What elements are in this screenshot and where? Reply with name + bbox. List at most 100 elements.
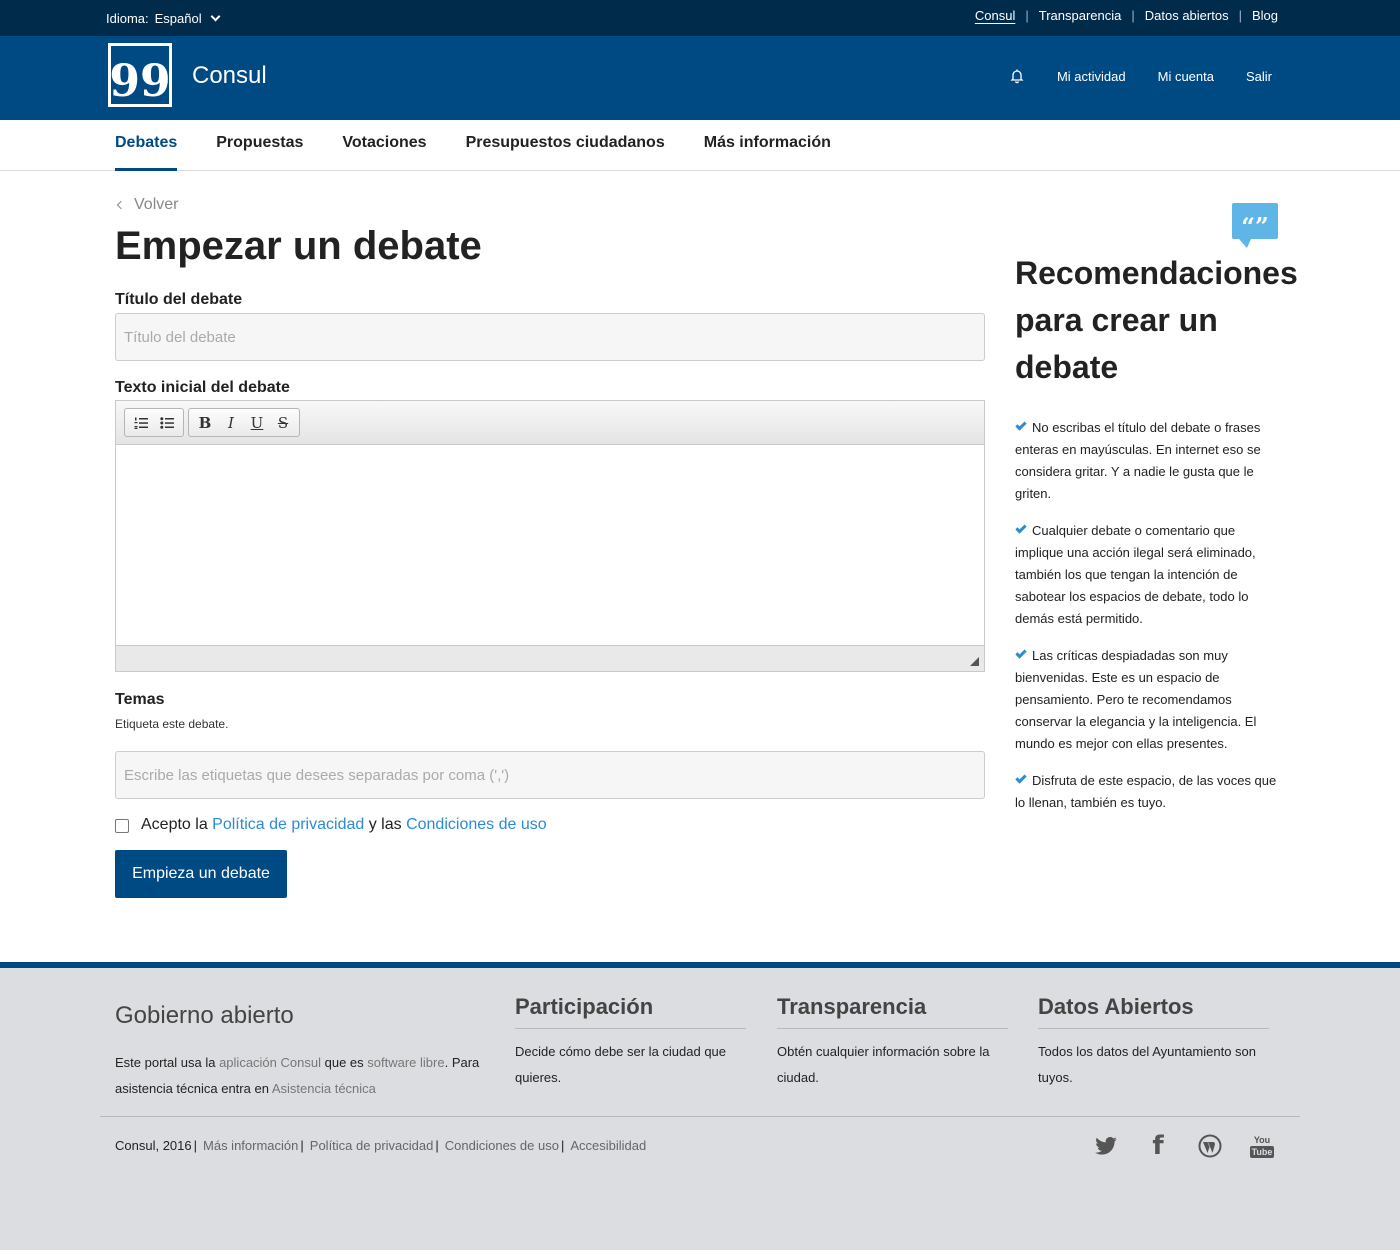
top-link-blog[interactable]: Blog	[1242, 8, 1288, 23]
footer-link-privacidad[interactable]: Política de privacidad	[310, 1138, 434, 1153]
format-button-group: B I U S	[188, 408, 300, 437]
list-button-group	[124, 408, 184, 437]
separator: |	[560, 1138, 565, 1153]
terms-row: Acepto la Política de privacidad y las C…	[115, 816, 547, 834]
footer-column-datos-abiertos: Datos Abiertos Todos los datos del Ayunt…	[1038, 994, 1269, 1091]
footer-link-mas-informacion[interactable]: Más información	[203, 1138, 298, 1153]
separator: |	[300, 1138, 304, 1153]
top-link-consul[interactable]: Consul	[965, 8, 1025, 23]
back-link[interactable]: Volver	[116, 196, 179, 214]
logout-link[interactable]: Salir	[1246, 69, 1272, 84]
top-links: Consul | Transparencia | Datos abiertos …	[965, 8, 1288, 23]
recommendation-text: No escribas el título del debate o frase…	[1015, 420, 1261, 501]
youtube-icon[interactable]: You Tube	[1250, 1134, 1274, 1158]
resize-handle-icon[interactable]	[970, 657, 979, 666]
bullet-list-icon[interactable]	[154, 412, 180, 434]
site-name[interactable]: Consul	[192, 62, 267, 90]
footer-column-title[interactable]: Transparencia	[777, 994, 1008, 1029]
footer-brand: Gobierno abierto	[115, 1002, 294, 1029]
chevron-down-icon[interactable]	[210, 11, 221, 22]
language-selector[interactable]: Idioma: Español	[106, 11, 221, 26]
site-footer: Gobierno abierto Este portal usa la apli…	[0, 962, 1400, 1250]
recommendation-text: Disfruta de este espacio, de las voces q…	[1015, 773, 1277, 810]
separator: |	[435, 1138, 439, 1153]
terms-prefix: Acepto la	[141, 816, 208, 833]
strikethrough-icon[interactable]: S	[270, 412, 296, 434]
top-bar: Idioma: Español Consul | Transparencia |…	[0, 0, 1400, 36]
nav-mas-informacion[interactable]: Más información	[704, 120, 831, 171]
consul-app-link[interactable]: aplicación Consul	[219, 1055, 321, 1070]
terms-of-use-link[interactable]: Condiciones de uso	[406, 816, 547, 834]
footer-column-title[interactable]: Datos Abiertos	[1038, 994, 1269, 1029]
recommendation-item: Cualquier debate o comentario que impliq…	[1015, 520, 1280, 630]
language-label: Idioma:	[106, 11, 149, 26]
quote-bubble-icon: “”	[1232, 203, 1278, 248]
logo-icon[interactable]: 99	[108, 43, 172, 107]
nav-votaciones[interactable]: Votaciones	[342, 120, 426, 171]
youtube-icon-bottom: Tube	[1250, 1146, 1274, 1158]
nav-propuestas[interactable]: Propuestas	[216, 120, 303, 171]
site-header: 99 Consul Mi actividad Mi cuenta Salir	[0, 36, 1400, 120]
editor-status-bar	[116, 645, 984, 671]
numbered-list-icon[interactable]	[128, 412, 154, 434]
footer-column-text: Todos los datos del Ayuntamiento son tuy…	[1038, 1044, 1257, 1085]
check-icon	[1015, 522, 1027, 534]
text-label: Texto inicial del debate	[115, 379, 290, 396]
check-icon	[1015, 419, 1027, 431]
nav-presupuestos[interactable]: Presupuestos ciudadanos	[466, 120, 665, 171]
sidebar-title: Recomendaciones para crear un debate	[1015, 255, 1298, 385]
topics-input[interactable]	[115, 751, 985, 799]
twitter-icon[interactable]	[1094, 1134, 1118, 1158]
wordpress-icon[interactable]	[1198, 1134, 1222, 1158]
footer-bottom-links: Consul, 2016 | Más información | Política …	[115, 1138, 646, 1153]
footer-link-accesibilidad[interactable]: Accesibilidad	[570, 1138, 646, 1153]
free-software-link[interactable]: software libre	[367, 1055, 444, 1070]
recommendation-item: Las críticas despiadadas son muy bienven…	[1015, 645, 1280, 755]
topics-label: Temas	[115, 691, 165, 708]
italic-icon[interactable]: I	[218, 412, 244, 434]
chevron-left-icon	[116, 200, 126, 210]
bell-icon[interactable]	[1009, 68, 1025, 84]
privacy-policy-link[interactable]: Política de privacidad	[212, 816, 364, 834]
user-nav: Mi actividad Mi cuenta Salir	[1009, 68, 1272, 84]
bold-icon[interactable]: B	[192, 412, 218, 434]
footer-column-title[interactable]: Participación	[515, 994, 746, 1029]
my-account-link[interactable]: Mi cuenta	[1158, 69, 1214, 84]
footer-description: Este portal usa la aplicación Consul que…	[115, 1050, 495, 1102]
copyright: Consul, 2016	[115, 1138, 192, 1153]
footer-column-text: Decide cómo debe ser la ciudad que quier…	[515, 1044, 727, 1085]
underline-icon[interactable]: U	[244, 412, 270, 434]
editor-toolbar: B I U S	[116, 401, 984, 445]
social-links: f You Tube	[1094, 1131, 1274, 1161]
submit-button[interactable]: Empieza un debate	[115, 850, 287, 898]
top-link-transparencia[interactable]: Transparencia	[1029, 8, 1132, 23]
title-label: Título del debate	[115, 291, 243, 308]
back-label: Volver	[134, 196, 179, 213]
main-nav: Debates Propuestas Votaciones Presupuest…	[0, 120, 1400, 171]
nav-debates[interactable]: Debates	[115, 120, 178, 171]
footer-divider	[100, 1116, 1300, 1117]
footer-column-transparencia: Transparencia Obtén cualquier informació…	[777, 994, 1008, 1091]
my-activity-link[interactable]: Mi actividad	[1057, 69, 1126, 84]
check-icon	[1015, 647, 1027, 659]
recommendation-item: Disfruta de este espacio, de las voces q…	[1015, 770, 1280, 814]
footer-desc-text: Este portal usa la	[115, 1055, 216, 1070]
page-title: Empezar un debate	[115, 224, 482, 268]
editor-text-area[interactable]	[116, 445, 984, 645]
top-link-datos-abiertos[interactable]: Datos abiertos	[1135, 8, 1239, 23]
title-input[interactable]	[115, 313, 985, 361]
terms-middle: y las	[368, 816, 402, 833]
tech-support-link[interactable]: Asistencia técnica	[272, 1081, 376, 1096]
footer-desc-text: que es	[324, 1055, 364, 1070]
footer-column-text: Obtén cualquier información sobre la ciu…	[777, 1044, 990, 1085]
terms-checkbox[interactable]	[115, 819, 129, 833]
youtube-icon-top: You	[1253, 1135, 1271, 1145]
separator: |	[193, 1138, 198, 1153]
footer-link-condiciones[interactable]: Condiciones de uso	[445, 1138, 559, 1153]
facebook-icon[interactable]: f	[1146, 1131, 1170, 1161]
language-value[interactable]: Español	[155, 11, 202, 26]
rich-text-editor: B I U S	[115, 400, 985, 672]
recommendation-text: Las críticas despiadadas son muy bienven…	[1015, 648, 1257, 751]
recommendations-list: No escribas el título del debate o frase…	[1015, 417, 1280, 829]
check-icon	[1015, 772, 1027, 784]
